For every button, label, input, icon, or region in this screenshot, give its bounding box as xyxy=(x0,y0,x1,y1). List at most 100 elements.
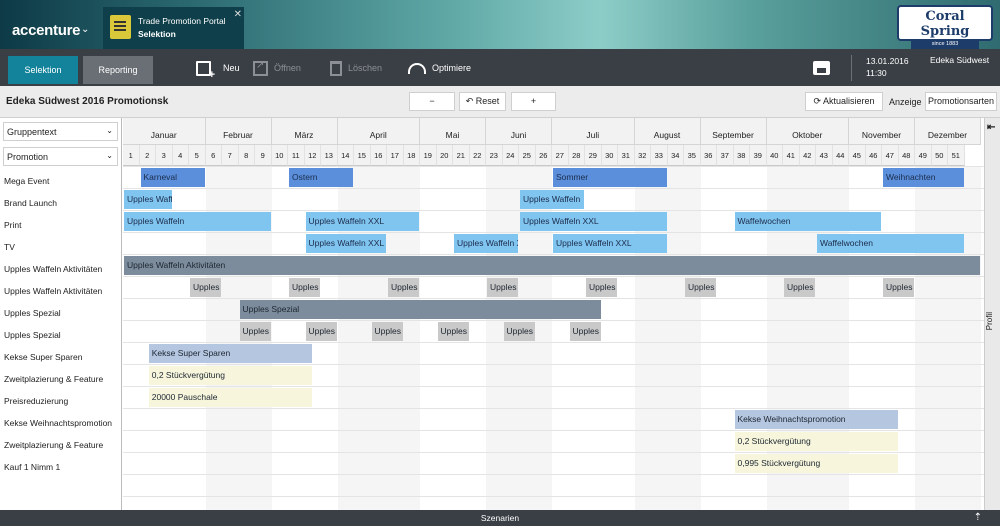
chevron-down-icon[interactable]: ⌄ xyxy=(81,24,89,35)
row-label: Zweitplazierung & Feature xyxy=(4,440,104,450)
week-header: 23 xyxy=(486,145,503,166)
promotion-bar[interactable]: Upples Waffeln xyxy=(520,190,584,209)
promotion-bar[interactable]: Upples Spezial xyxy=(239,322,271,341)
promotion-bar[interactable]: Upples Spezial xyxy=(239,300,601,319)
row-labels-pane: Gruppentext ⌄ Promotion ⌄ Mega Event Brand … xyxy=(0,118,122,510)
row-divider xyxy=(123,386,984,387)
promotion-bar[interactable]: Upples Waffeln XXL xyxy=(520,212,667,231)
week-header: 36 xyxy=(700,145,717,166)
open-icon xyxy=(253,60,268,76)
promotion-bar[interactable]: Waffelwochen xyxy=(817,234,964,253)
promotion-bar[interactable]: Waffelwochen xyxy=(734,212,881,231)
week-header: 19 xyxy=(420,145,437,166)
open-label: Öffnen xyxy=(274,63,301,73)
open-button[interactable]: Öffnen xyxy=(253,57,301,79)
promotion-bar[interactable]: Upples Spezial xyxy=(437,322,469,341)
promotion-bar[interactable]: Ostern xyxy=(289,168,353,187)
customer-logo: Coral Spring since 1883 xyxy=(897,5,993,49)
promotion-bar[interactable]: Upples Waffeln xyxy=(586,278,617,297)
brand-logo[interactable]: accenture xyxy=(12,22,80,39)
promotion-bar[interactable]: Upples Waffeln xyxy=(685,278,716,297)
trash-icon xyxy=(330,60,342,76)
profile-label[interactable]: Profil xyxy=(985,312,1000,330)
time: 11:30 xyxy=(866,68,887,78)
promotion-bar[interactable]: Upples Waffeln xyxy=(124,212,271,231)
row-divider xyxy=(123,276,984,277)
zoom-in-button[interactable]: + xyxy=(511,92,556,111)
promotion-bar[interactable]: Upples Waffeln xyxy=(487,278,518,297)
tab-reporting[interactable]: Reporting xyxy=(83,56,153,84)
week-header: 42 xyxy=(799,145,816,166)
refresh-button[interactable]: ⟳ Aktualisieren xyxy=(805,92,883,111)
week-header: 51 xyxy=(948,145,965,166)
promotion-bar[interactable]: Upples Waffeln xyxy=(124,190,172,209)
week-header: 44 xyxy=(832,145,849,166)
promotion-bar[interactable]: 0,995 Stückvergütung xyxy=(734,454,898,473)
week-header: 9 xyxy=(255,145,272,166)
promotion-bar[interactable]: Upples Spezial xyxy=(569,322,601,341)
promotion-bar[interactable]: Upples Waffeln XXL xyxy=(305,212,419,231)
month-header: Januar xyxy=(123,118,206,145)
week-header: 29 xyxy=(585,145,602,166)
promotion-bar[interactable]: Upples Waffeln Aktivitäten xyxy=(124,256,980,275)
promotion-bar[interactable]: Upples Waffeln XXL xyxy=(305,234,386,253)
week-header: 12 xyxy=(304,145,321,166)
week-header: 21 xyxy=(453,145,470,166)
row-divider xyxy=(123,342,984,343)
store-name: Edeka Südwest xyxy=(930,55,990,65)
row-label: TV xyxy=(4,242,15,252)
row-label: Upples Spezial xyxy=(4,330,61,340)
week-header: 50 xyxy=(931,145,948,166)
app-tab[interactable]: Trade Promotion Portal Selektion ✕ xyxy=(103,7,244,49)
promotion-bar[interactable]: Upples Waffeln xyxy=(883,278,914,297)
expand-up-icon[interactable]: ⇡ xyxy=(974,510,982,526)
scenarios-bar[interactable]: Szenarien ⇡ xyxy=(0,510,1000,526)
week-header: 40 xyxy=(766,145,783,166)
new-button[interactable]: Neu xyxy=(196,57,240,81)
month-header: September xyxy=(700,118,767,145)
promotion-bar[interactable]: 0,2 Stückvergütung xyxy=(148,366,312,385)
week-header: 27 xyxy=(552,145,569,166)
optimize-button[interactable]: Optimiere xyxy=(408,57,471,79)
week-header: 11 xyxy=(288,145,305,166)
collapse-icon[interactable]: ⇤ xyxy=(987,122,995,133)
promotion-bar[interactable]: Kekse Weihnachtspromotion xyxy=(734,410,898,429)
row-divider xyxy=(123,254,984,255)
week-header: 22 xyxy=(469,145,486,166)
delete-button[interactable]: Löschen xyxy=(330,57,382,79)
promotion-bar[interactable]: 20000 Pauschale xyxy=(148,388,312,407)
month-header: August xyxy=(634,118,701,145)
promotion-bar[interactable]: Upples Waffeln xyxy=(289,278,320,297)
promotion-bar[interactable]: Upples Waffeln xyxy=(784,278,815,297)
zoom-out-button[interactable]: − xyxy=(409,92,455,111)
promotion-bar[interactable]: Karneval xyxy=(140,168,205,187)
promotion-bar[interactable]: Upples Waffeln XXL xyxy=(553,234,667,253)
week-header: 24 xyxy=(502,145,519,166)
promotion-dropdown[interactable]: Promotion ⌄ xyxy=(3,147,118,166)
week-header: 43 xyxy=(816,145,833,166)
week-header: 38 xyxy=(733,145,750,166)
promotion-bar[interactable]: Upples Spezial xyxy=(371,322,403,341)
promotion-bar[interactable]: Upples Spezial xyxy=(503,322,535,341)
chevron-down-icon: ⌄ xyxy=(106,126,113,135)
reset-button[interactable]: ↶ Reset xyxy=(459,92,506,111)
week-header: 37 xyxy=(717,145,734,166)
promotion-bar[interactable]: Weihnachten xyxy=(883,168,964,187)
promotion-bar[interactable]: Upples Waffeln XXL xyxy=(454,234,518,253)
row-label: Preisreduzierung xyxy=(4,396,69,406)
promotion-bar[interactable]: Upples Waffeln xyxy=(388,278,419,297)
promotion-bar[interactable]: Upples Spezial xyxy=(305,322,337,341)
group-dropdown[interactable]: Gruppentext ⌄ xyxy=(3,122,118,141)
promotion-bar[interactable]: Sommer xyxy=(553,168,667,187)
tab-selektion[interactable]: Selektion xyxy=(8,56,78,84)
promotion-bar[interactable]: 0,2 Stückvergütung xyxy=(734,432,898,451)
display-select[interactable]: Promotionsarten xyxy=(925,92,997,111)
row-divider xyxy=(123,430,984,431)
month-header: Juni xyxy=(486,118,552,145)
close-icon[interactable]: ✕ xyxy=(234,9,242,20)
promotion-bar[interactable]: Upples Waffeln xyxy=(190,278,221,297)
title-bar: Edeka Südwest 2016 Promotionsk − ↶ Reset… xyxy=(0,86,1000,118)
row-divider xyxy=(123,408,984,409)
print-button[interactable] xyxy=(813,57,830,79)
promotion-bar[interactable]: Kekse Super Sparen xyxy=(148,344,312,363)
